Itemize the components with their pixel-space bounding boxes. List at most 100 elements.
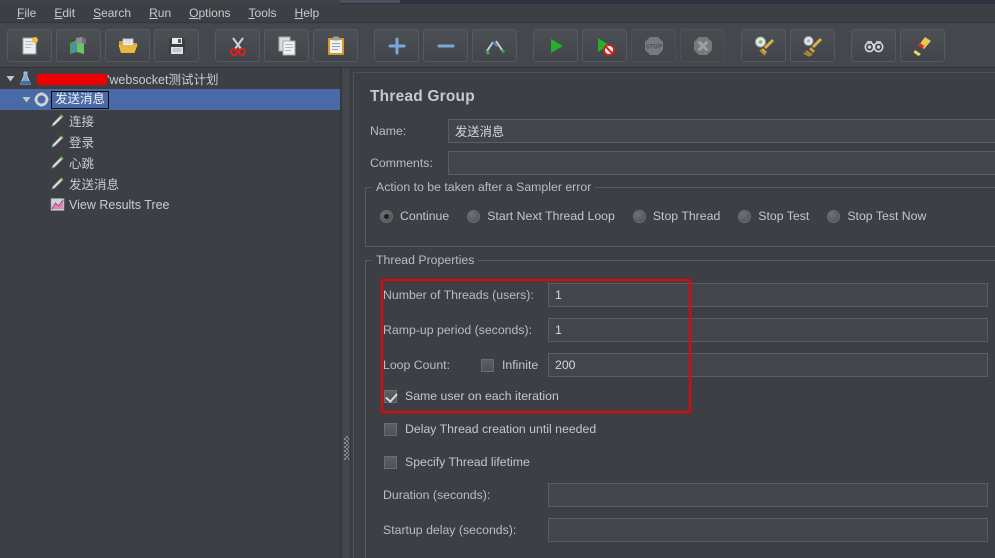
loop-infinite-checkbox[interactable]: Infinite xyxy=(481,358,548,372)
save-button[interactable] xyxy=(154,29,199,62)
stop-button[interactable]: STOP xyxy=(631,29,676,62)
loop-infinite-label: Infinite xyxy=(502,358,538,372)
sampler-error-legend: Action to be taken after a Sampler error xyxy=(372,180,595,194)
thread-properties-legend: Thread Properties xyxy=(372,253,478,267)
save-icon xyxy=(166,35,188,57)
tree-node-sampler-connect[interactable]: 连接 xyxy=(0,110,340,131)
templates-button[interactable] xyxy=(56,29,101,62)
collapse-all-button[interactable] xyxy=(423,29,468,62)
tree-node-sampler-login[interactable]: 登录 xyxy=(0,131,340,152)
cut-button[interactable] xyxy=(215,29,260,62)
thread-properties-group: Thread Properties Number of Threads (use… xyxy=(365,260,995,558)
specify-lifetime-label: Specify Thread lifetime xyxy=(405,455,530,469)
specify-lifetime-checkbox[interactable]: Specify Thread lifetime xyxy=(384,455,530,469)
name-row: Name: 发送消息 xyxy=(370,119,995,143)
menu-item-options[interactable]: Options xyxy=(180,4,239,22)
start-no-pauses-icon xyxy=(594,35,616,57)
tree-node-label: 心跳 xyxy=(67,153,94,172)
start-icon xyxy=(545,35,567,57)
delay-thread-checkbox[interactable]: Delay Thread creation until needed xyxy=(384,422,596,436)
start-button[interactable] xyxy=(533,29,578,62)
view-results-tree-icon xyxy=(48,197,67,212)
menu-item-tools[interactable]: Tools xyxy=(240,4,286,22)
tree-node-label: 连接 xyxy=(67,111,94,130)
delay-thread-label: Delay Thread creation until needed xyxy=(405,422,596,436)
startup-delay-label: Startup delay (seconds): xyxy=(383,523,548,537)
clear-all-button[interactable] xyxy=(790,29,835,62)
radio-continue[interactable]: Continue xyxy=(380,209,449,223)
tree-node-sampler-heartbeat[interactable]: 心跳 xyxy=(0,152,340,173)
radio-label: Continue xyxy=(400,209,449,223)
open-icon xyxy=(117,35,139,57)
sampler-icon xyxy=(48,176,67,191)
tree-expand-arrow-icon[interactable] xyxy=(20,95,32,104)
start-no-pauses-button[interactable] xyxy=(582,29,627,62)
open-button[interactable] xyxy=(105,29,150,62)
startup-delay-input[interactable] xyxy=(548,518,988,542)
radio-dot-icon[interactable] xyxy=(467,210,480,223)
ramp-up-input[interactable]: 1 xyxy=(548,318,988,342)
menu-item-file[interactable]: File xyxy=(8,4,45,22)
radio-dot-icon[interactable] xyxy=(827,210,840,223)
templates-icon xyxy=(68,35,90,57)
stop-icon: STOP xyxy=(643,35,665,57)
tree-node-sampler-send[interactable]: 发送消息 xyxy=(0,173,340,194)
menu-item-help[interactable]: Help xyxy=(286,4,329,22)
radio-dot-icon[interactable] xyxy=(633,210,646,223)
title-strip-right xyxy=(400,0,995,3)
tree-node-thread-group[interactable]: 发送消息 xyxy=(0,89,340,110)
splitter-grip-icon[interactable] xyxy=(344,436,349,460)
search-button[interactable] xyxy=(851,29,896,62)
shutdown-button[interactable] xyxy=(680,29,725,62)
radio-stop-test-now[interactable]: Stop Test Now xyxy=(827,209,926,223)
startup-delay-row: Startup delay (seconds): xyxy=(383,518,988,542)
thread-group-config-pane: Thread Group Name: 发送消息 Comments: Action… xyxy=(351,68,995,558)
radio-stop-thread[interactable]: Stop Thread xyxy=(633,209,720,223)
menu-item-run[interactable]: Run xyxy=(140,4,180,22)
loop-count-input[interactable]: 200 xyxy=(548,353,988,377)
num-threads-input[interactable]: 1 xyxy=(548,283,988,307)
radio-dot-icon[interactable] xyxy=(738,210,751,223)
radio-stop-test[interactable]: Stop Test xyxy=(738,209,809,223)
test-plan-icon xyxy=(16,71,35,86)
new-button[interactable] xyxy=(7,29,52,62)
collapse-all-icon xyxy=(435,35,457,57)
num-threads-label: Number of Threads (users): xyxy=(383,288,548,302)
copy-button[interactable] xyxy=(264,29,309,62)
tree-node-label: 'websocket测试计划 xyxy=(35,69,218,88)
tree-node-listener-results[interactable]: View Results Tree xyxy=(0,194,340,215)
loop-infinite-box-icon[interactable] xyxy=(481,359,494,372)
toolbar: STOP xyxy=(0,24,995,68)
duration-row: Duration (seconds): xyxy=(383,483,988,507)
radio-start-next-thread-loop[interactable]: Start Next Thread Loop xyxy=(467,209,615,223)
comments-input[interactable] xyxy=(448,151,995,175)
clear-icon xyxy=(753,35,775,57)
redacted-text-block xyxy=(37,74,107,85)
pane-splitter[interactable] xyxy=(341,68,351,558)
duration-input[interactable] xyxy=(548,483,988,507)
name-input[interactable]: 发送消息 xyxy=(448,119,995,143)
sampler-error-radio-group: Continue Start Next Thread Loop Stop Threa… xyxy=(380,209,944,223)
name-label: Name: xyxy=(370,124,448,138)
paste-icon xyxy=(325,35,347,57)
new-icon xyxy=(19,35,41,57)
ramp-up-label: Ramp-up period (seconds): xyxy=(383,323,548,337)
clear-button[interactable] xyxy=(741,29,786,62)
toggle-button[interactable] xyxy=(472,29,517,62)
tree-node-label: View Results Tree xyxy=(67,198,170,212)
radio-dot-icon[interactable] xyxy=(380,210,393,223)
delay-thread-box-icon[interactable] xyxy=(384,423,397,436)
same-user-box-icon[interactable] xyxy=(384,390,397,403)
jmeter-window: FileEditSearchRunOptionsToolsHelp STOP '… xyxy=(0,0,995,558)
radio-label: Stop Thread xyxy=(653,209,720,223)
config-panel-border: Thread Group Name: 发送消息 Comments: Action… xyxy=(353,72,995,558)
specify-lifetime-box-icon[interactable] xyxy=(384,456,397,469)
tree-node-test-plan[interactable]: 'websocket测试计划 xyxy=(0,68,340,89)
menu-item-edit[interactable]: Edit xyxy=(45,4,84,22)
same-user-checkbox[interactable]: Same user on each iteration xyxy=(384,389,559,403)
menu-item-search[interactable]: Search xyxy=(84,4,140,22)
tree-expand-arrow-icon[interactable] xyxy=(4,74,16,83)
reset-search-button[interactable] xyxy=(900,29,945,62)
paste-button[interactable] xyxy=(313,29,358,62)
expand-all-button[interactable] xyxy=(374,29,419,62)
